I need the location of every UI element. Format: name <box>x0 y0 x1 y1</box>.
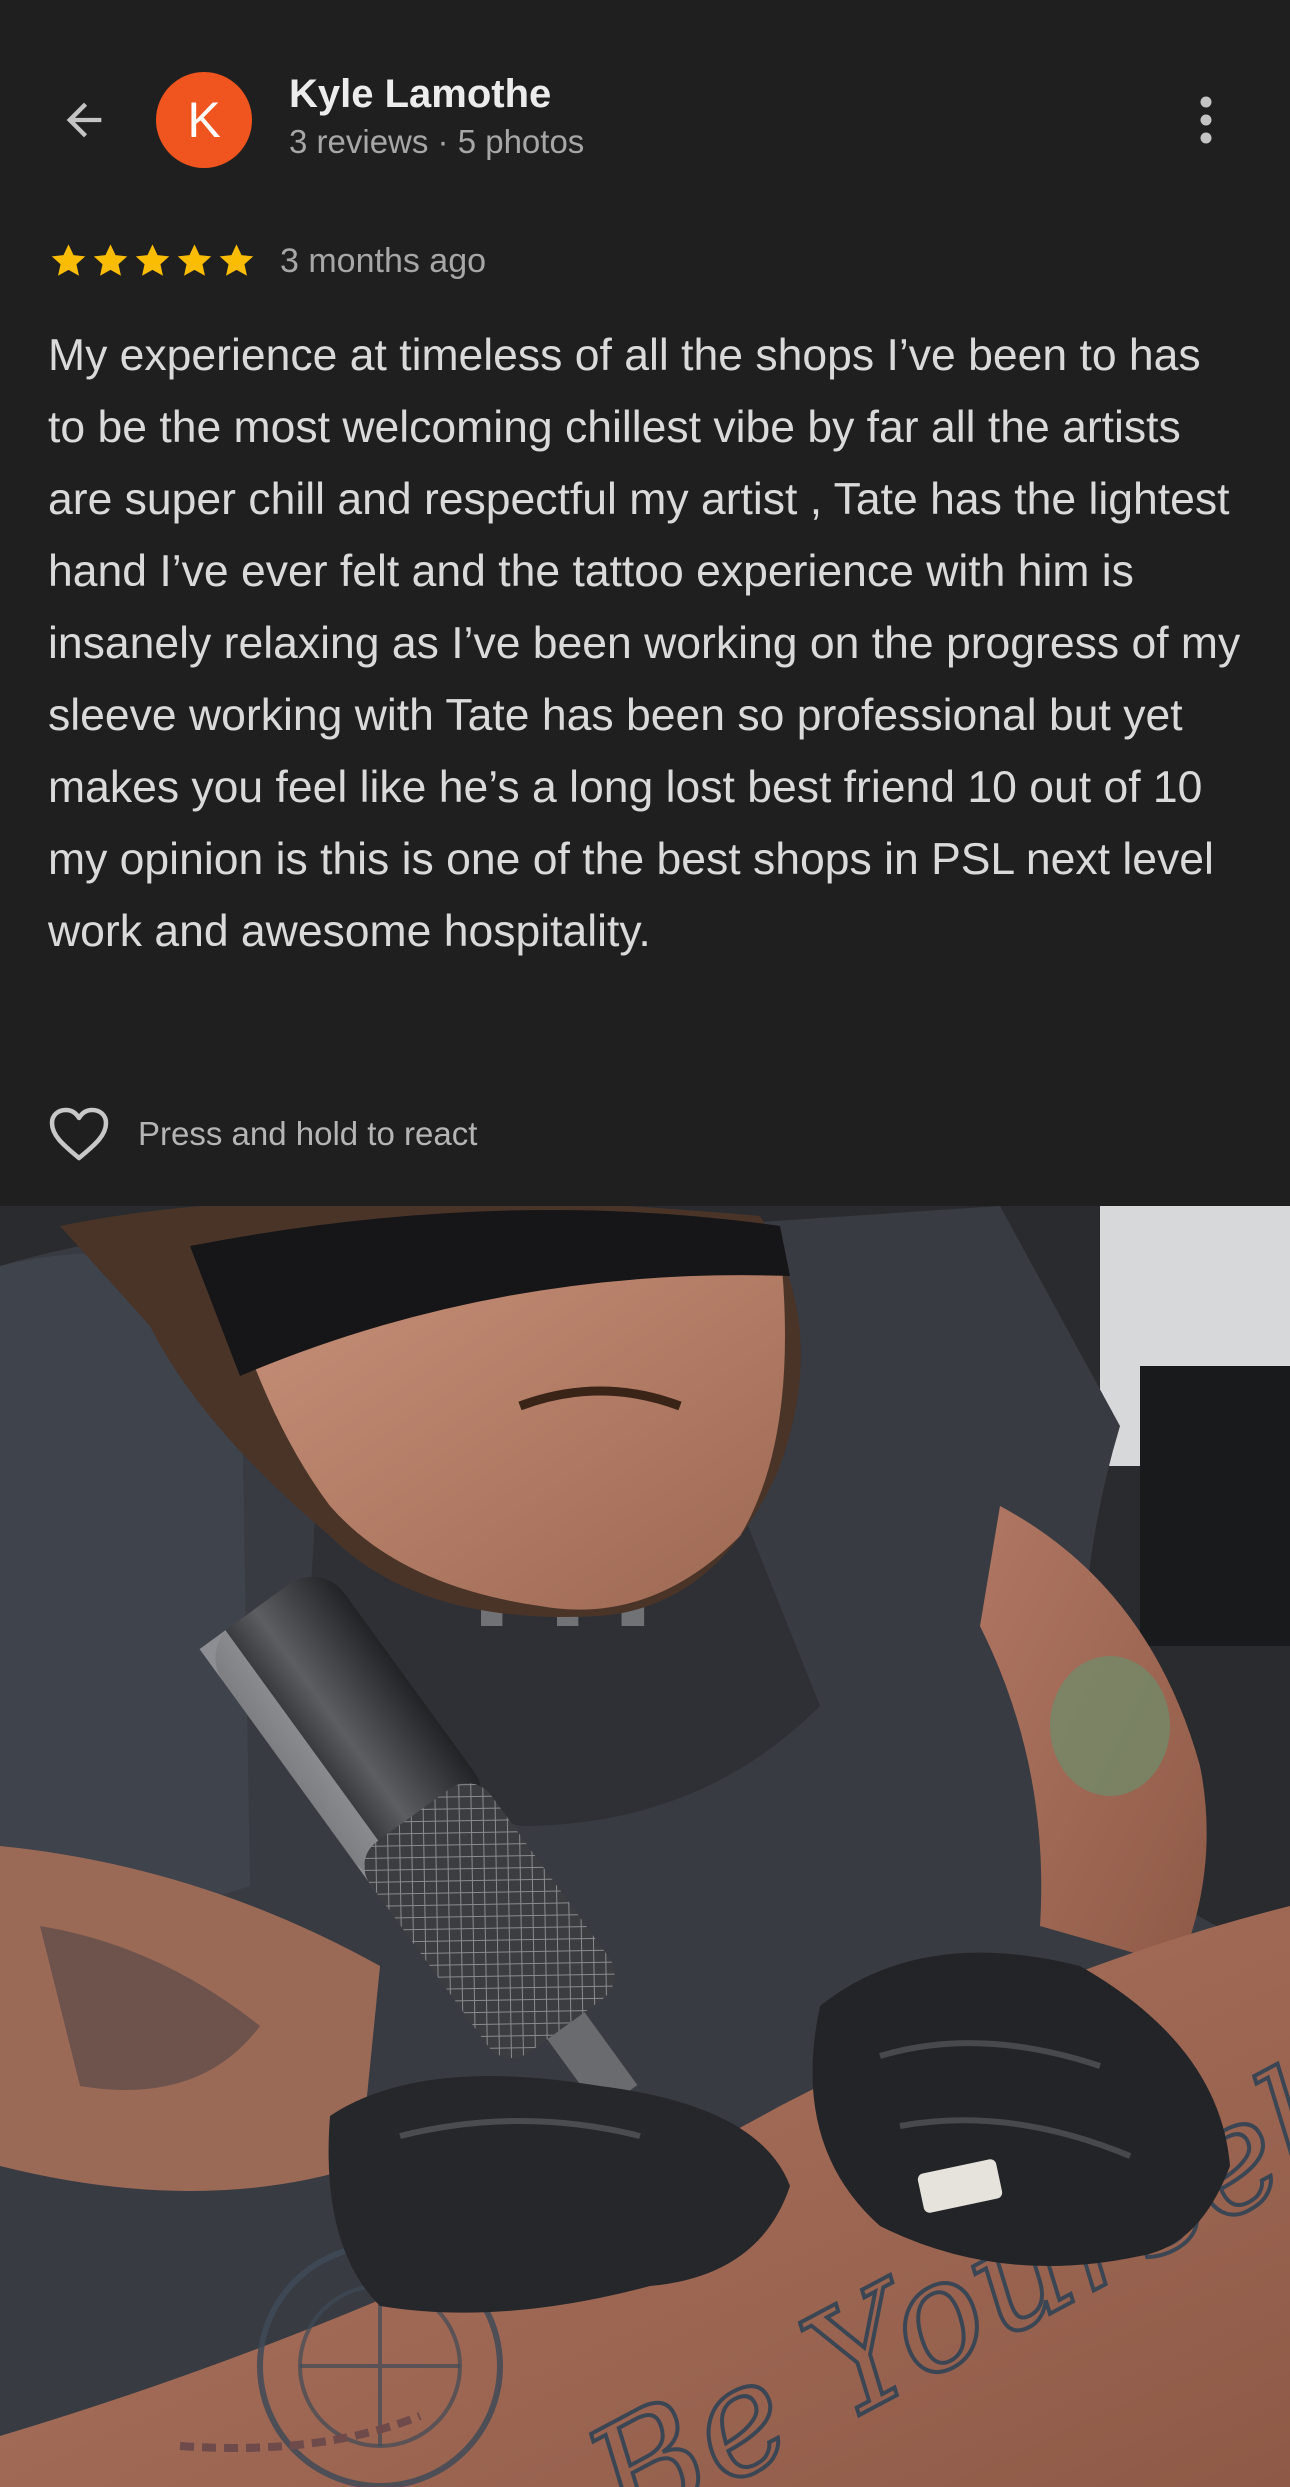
review-header: K Kyle Lamothe 3 reviews · 5 photos <box>0 0 1290 220</box>
star-icon <box>135 243 170 276</box>
reviewer-name[interactable]: Kyle Lamothe <box>289 72 551 117</box>
rating-row: 3 months ago <box>48 236 486 286</box>
review-photo[interactable]: MY Be Yourself <box>0 1206 1290 2487</box>
star-rating <box>48 241 258 282</box>
arrow-left-icon <box>66 102 102 138</box>
star-icon <box>51 243 86 276</box>
more-options-button[interactable] <box>1176 84 1236 156</box>
heart-outline-icon <box>49 1107 109 1161</box>
avatar[interactable]: K <box>156 72 252 168</box>
avatar-letter: K <box>187 92 221 148</box>
react-label: Press and hold to react <box>138 1115 478 1152</box>
star-icon <box>219 243 254 276</box>
star-icon <box>177 243 212 276</box>
back-button[interactable] <box>48 84 120 156</box>
review-age: 3 months ago <box>280 241 487 280</box>
reviewer-meta: 3 reviews · 5 photos <box>289 123 585 160</box>
review-text: My experience at timeless of all the sho… <box>48 331 1241 956</box>
react-button[interactable]: Press and hold to react <box>48 1100 477 1168</box>
more-vert-icon <box>1200 96 1212 144</box>
star-icon <box>93 243 128 276</box>
